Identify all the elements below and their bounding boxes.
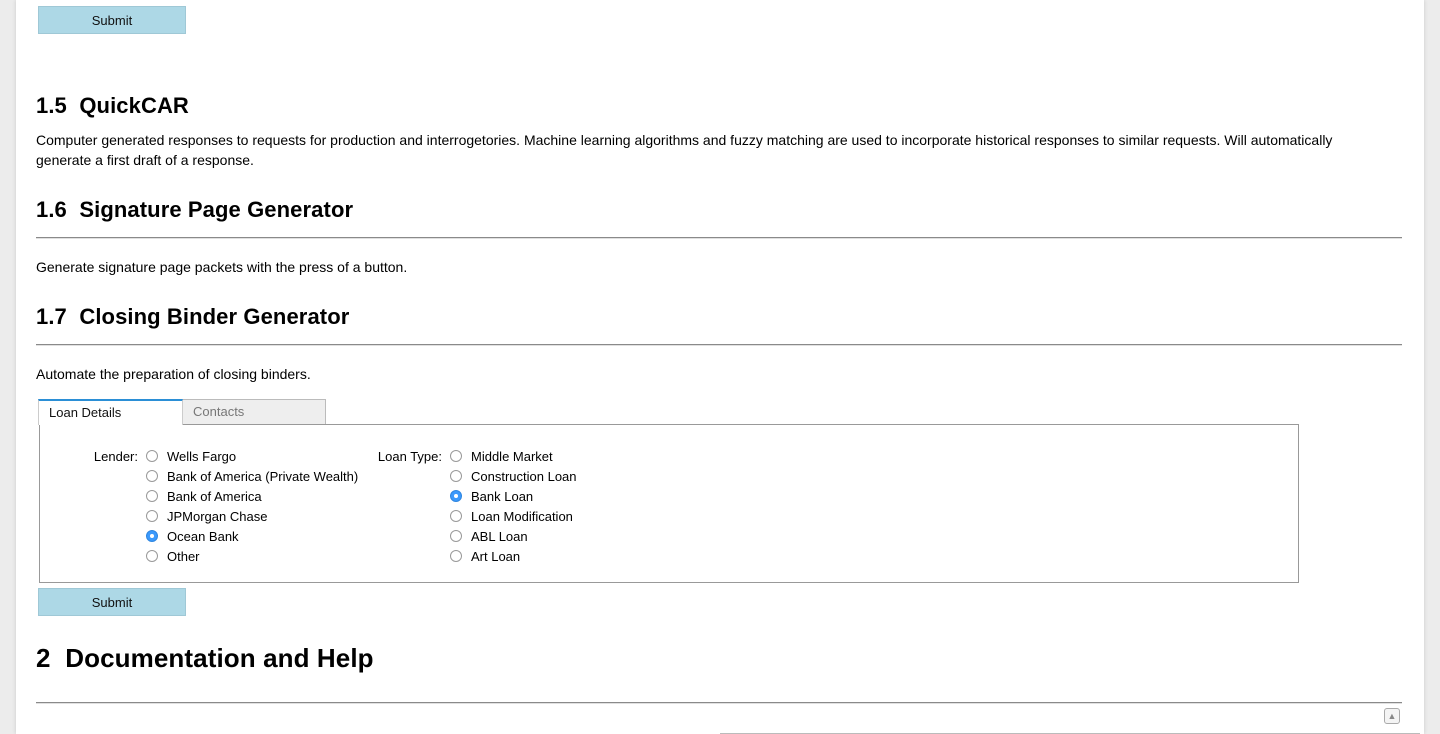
- section-heading-binder: 1.7 Closing Binder Generator: [36, 304, 349, 330]
- scroll-to-top-icon[interactable]: ▲: [1384, 708, 1400, 724]
- lender-option-label: Ocean Bank: [167, 528, 239, 544]
- submit-button-top[interactable]: Submit: [38, 6, 186, 34]
- loan-type-option-label: Bank Loan: [471, 488, 534, 504]
- radio-button-icon[interactable]: [450, 450, 462, 462]
- radio-button-checked-icon[interactable]: [450, 490, 462, 502]
- lender-option-label: JPMorgan Chase: [167, 508, 268, 524]
- loan-type-option[interactable]: Construction Loan: [450, 466, 577, 486]
- section-divider: [36, 237, 1402, 239]
- radio-button-icon[interactable]: [146, 510, 158, 522]
- lender-option-label: Wells Fargo: [167, 448, 237, 464]
- tab-loan-details[interactable]: Loan Details: [38, 399, 183, 425]
- loan-type-option-label: Art Loan: [471, 548, 521, 564]
- loan-type-label: Loan Type:: [377, 449, 442, 464]
- radio-button-icon[interactable]: [146, 490, 158, 502]
- lender-option-label: Bank of America (Private Wealth): [167, 468, 359, 484]
- section-heading-docs: 2 Documentation and Help: [36, 643, 374, 674]
- section-number: 1.5: [36, 93, 67, 118]
- radio-button-checked-icon[interactable]: [146, 530, 158, 542]
- loan-type-option-label: Loan Modification: [471, 508, 573, 524]
- radio-button-icon[interactable]: [450, 470, 462, 482]
- radio-button-icon[interactable]: [146, 550, 158, 562]
- section-heading-signature: 1.6 Signature Page Generator: [36, 197, 353, 223]
- page-content: Submit 1.5 QuickCAR Computer generated r…: [16, 0, 1424, 734]
- lender-option[interactable]: JPMorgan Chase: [146, 506, 267, 526]
- loan-type-option-label: Construction Loan: [471, 468, 577, 484]
- loan-type-option[interactable]: Bank Loan: [450, 486, 533, 506]
- section-text-binder: Automate the preparation of closing bind…: [36, 366, 311, 382]
- radio-button-icon[interactable]: [450, 530, 462, 542]
- lender-option[interactable]: Wells Fargo: [146, 446, 236, 466]
- loan-type-option-label: ABL Loan: [471, 528, 528, 544]
- lender-option[interactable]: Other: [146, 546, 200, 566]
- section-heading-quickcar: 1.5 QuickCAR: [36, 93, 189, 119]
- lender-label: Lender:: [93, 449, 138, 464]
- radio-button-icon[interactable]: [146, 450, 158, 462]
- lender-option[interactable]: Ocean Bank: [146, 526, 239, 546]
- section-number: 2: [36, 643, 51, 673]
- loan-type-option-label: Middle Market: [471, 448, 553, 464]
- loan-details-panel: Lender: Wells Fargo Bank of America (Pri…: [39, 424, 1299, 583]
- loan-type-option[interactable]: Loan Modification: [450, 506, 573, 526]
- lender-option[interactable]: Bank of America (Private Wealth): [146, 466, 358, 486]
- section-title: Signature Page Generator: [79, 197, 354, 222]
- loan-type-option[interactable]: ABL Loan: [450, 526, 528, 546]
- radio-button-icon[interactable]: [450, 550, 462, 562]
- section-divider: [36, 702, 1402, 704]
- section-text-quickcar: Computer generated responses to requests…: [36, 132, 1333, 168]
- section-divider: [36, 344, 1402, 346]
- loan-type-option[interactable]: Art Loan: [450, 546, 520, 566]
- submit-button-bottom[interactable]: Submit: [38, 588, 186, 616]
- section-title: Documentation and Help: [65, 643, 374, 673]
- tab-contacts[interactable]: Contacts: [182, 399, 326, 424]
- section-title: QuickCAR: [79, 93, 189, 118]
- section-title: Closing Binder Generator: [79, 304, 350, 329]
- section-text-signature: Generate signature page packets with the…: [36, 259, 408, 275]
- radio-button-icon[interactable]: [146, 470, 158, 482]
- lender-option[interactable]: Bank of America: [146, 486, 262, 506]
- section-number: 1.7: [36, 304, 67, 329]
- lender-option-label: Bank of America: [167, 488, 262, 504]
- loan-type-option[interactable]: Middle Market: [450, 446, 553, 466]
- lender-option-label: Other: [167, 548, 200, 564]
- radio-button-icon[interactable]: [450, 510, 462, 522]
- section-number: 1.6: [36, 197, 67, 222]
